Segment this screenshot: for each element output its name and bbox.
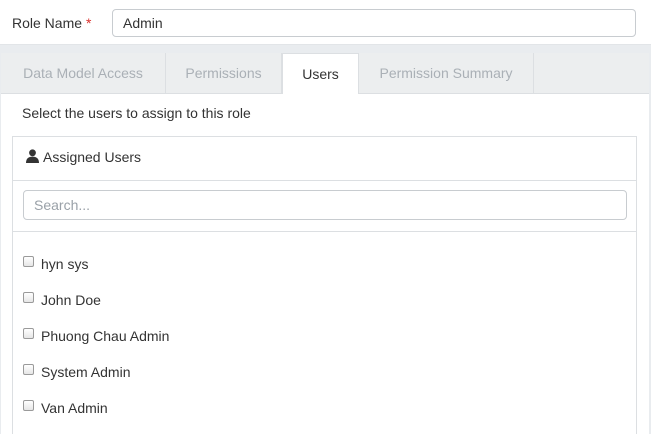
tab-permissions[interactable]: Permissions <box>166 53 282 93</box>
user-checkbox[interactable] <box>23 364 34 375</box>
assigned-users-header: Assigned Users <box>13 137 636 181</box>
tab-data-model-access[interactable]: Data Model Access <box>1 53 166 93</box>
role-name-input[interactable] <box>112 9 636 37</box>
user-name: Phuong Chau Admin <box>41 328 170 344</box>
user-name: John Doe <box>41 292 101 308</box>
tab-permission-summary[interactable]: Permission Summary <box>359 53 534 93</box>
user-name: System Admin <box>41 364 131 380</box>
user-name: hyn sys <box>41 256 89 272</box>
user-checkbox[interactable] <box>23 400 34 411</box>
list-item[interactable]: hyn sys <box>23 252 623 276</box>
user-icon <box>26 149 39 163</box>
user-checkbox[interactable] <box>23 256 34 267</box>
search-input[interactable] <box>23 190 627 220</box>
role-editor: Role Name* Data Model Access Permissions… <box>0 0 651 434</box>
user-checkbox[interactable] <box>23 328 34 339</box>
users-tab-panel: Select the users to assign to this role … <box>1 94 649 434</box>
role-name-row: Role Name * <box>0 0 651 45</box>
panel-instruction: Select the users to assign to this role <box>22 105 251 121</box>
tab-strip: Data Model Access Permissions Users Perm… <box>1 53 649 94</box>
required-mark: * <box>86 15 92 31</box>
role-name-label-text: Role Name <box>12 15 83 31</box>
role-name-label: Role Name * <box>12 15 91 31</box>
list-item[interactable]: Phuong Chau Admin <box>23 324 623 348</box>
list-item[interactable]: System Admin <box>23 360 623 384</box>
tab-users[interactable]: Users <box>282 53 359 94</box>
assigned-users-title: Assigned Users <box>43 149 142 165</box>
user-checkbox[interactable] <box>23 292 34 303</box>
assigned-users-box: Assigned Users hyn sys John Doe Phuong C… <box>12 136 637 434</box>
search-row <box>13 181 636 232</box>
list-item[interactable]: Van Admin <box>23 396 623 420</box>
list-item[interactable]: John Doe <box>23 288 623 312</box>
user-name: Van Admin <box>41 400 108 416</box>
